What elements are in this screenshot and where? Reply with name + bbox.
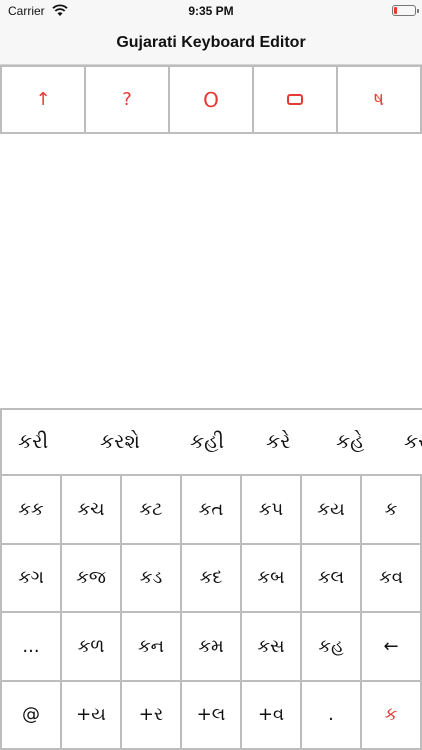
gujarati-ssa-icon: ષ bbox=[373, 89, 385, 110]
key[interactable]: કચ bbox=[62, 476, 122, 545]
suggestion-item[interactable]: કરે bbox=[266, 429, 290, 453]
keyboard: કક કચ કટ કત કપ કય ક કગ કજ કડ કદ કબ કલ કવ… bbox=[0, 476, 422, 750]
key[interactable]: કબ bbox=[242, 544, 302, 613]
key[interactable]: કહ bbox=[302, 613, 362, 682]
page-title: Gujarati Keyboard Editor bbox=[116, 34, 306, 51]
key[interactable]: કજ bbox=[62, 544, 122, 613]
navigation-bar: Gujarati Keyboard Editor bbox=[0, 22, 422, 65]
key[interactable]: કત bbox=[182, 476, 242, 545]
status-time: 9:35 PM bbox=[188, 4, 234, 18]
key[interactable]: કલ bbox=[302, 544, 362, 613]
gujarati-ssa-button[interactable]: ષ bbox=[338, 67, 422, 132]
battery-icon bbox=[392, 5, 419, 16]
key[interactable]: +ય bbox=[62, 681, 122, 750]
key[interactable]: કળ bbox=[62, 613, 122, 682]
circle-letter-icon: O bbox=[203, 87, 219, 112]
suggestion-item[interactable]: કહી bbox=[190, 429, 224, 453]
key[interactable]: કગ bbox=[2, 544, 62, 613]
tool-row: ↑ ? O ષ bbox=[0, 65, 422, 134]
at-key[interactable]: @ bbox=[2, 681, 62, 750]
suggestion-bar: કરી કરશે કહી કરે કહે કરી bbox=[0, 408, 422, 476]
key[interactable]: કડ bbox=[122, 544, 182, 613]
text-editor-area[interactable] bbox=[0, 134, 422, 408]
backspace-key[interactable]: ← bbox=[362, 613, 422, 682]
suggestion-item[interactable]: કહે bbox=[336, 429, 364, 453]
key[interactable]: ક bbox=[362, 476, 422, 545]
script-switch-key[interactable]: ક bbox=[362, 681, 422, 750]
key[interactable]: કક bbox=[2, 476, 62, 545]
rounded-rect-icon bbox=[287, 94, 303, 105]
key[interactable]: કપ bbox=[242, 476, 302, 545]
key[interactable]: કસ bbox=[242, 613, 302, 682]
key[interactable]: કમ bbox=[182, 613, 242, 682]
key[interactable]: કવ bbox=[362, 544, 422, 613]
key[interactable]: કન bbox=[122, 613, 182, 682]
status-bar: Carrier 9:35 PM bbox=[0, 0, 422, 22]
key[interactable]: +ર bbox=[122, 681, 182, 750]
arrow-up-icon: ↑ bbox=[35, 89, 51, 110]
key[interactable]: +વ bbox=[242, 681, 302, 750]
question-icon: ? bbox=[122, 89, 132, 110]
help-button[interactable]: ? bbox=[86, 67, 170, 132]
suggestion-item[interactable]: કરશે bbox=[100, 429, 140, 453]
key[interactable]: કટ bbox=[122, 476, 182, 545]
key[interactable]: કય bbox=[302, 476, 362, 545]
circle-o-button[interactable]: O bbox=[170, 67, 254, 132]
arrow-up-button[interactable]: ↑ bbox=[0, 67, 86, 132]
suggestion-item[interactable]: કરી bbox=[18, 429, 48, 453]
ellipsis-key[interactable]: ... bbox=[2, 613, 62, 682]
key[interactable]: કદ bbox=[182, 544, 242, 613]
rounded-rect-button[interactable] bbox=[254, 67, 338, 132]
suggestion-item[interactable]: કરી bbox=[404, 429, 422, 453]
period-key[interactable]: . bbox=[302, 681, 362, 750]
key[interactable]: +લ bbox=[182, 681, 242, 750]
